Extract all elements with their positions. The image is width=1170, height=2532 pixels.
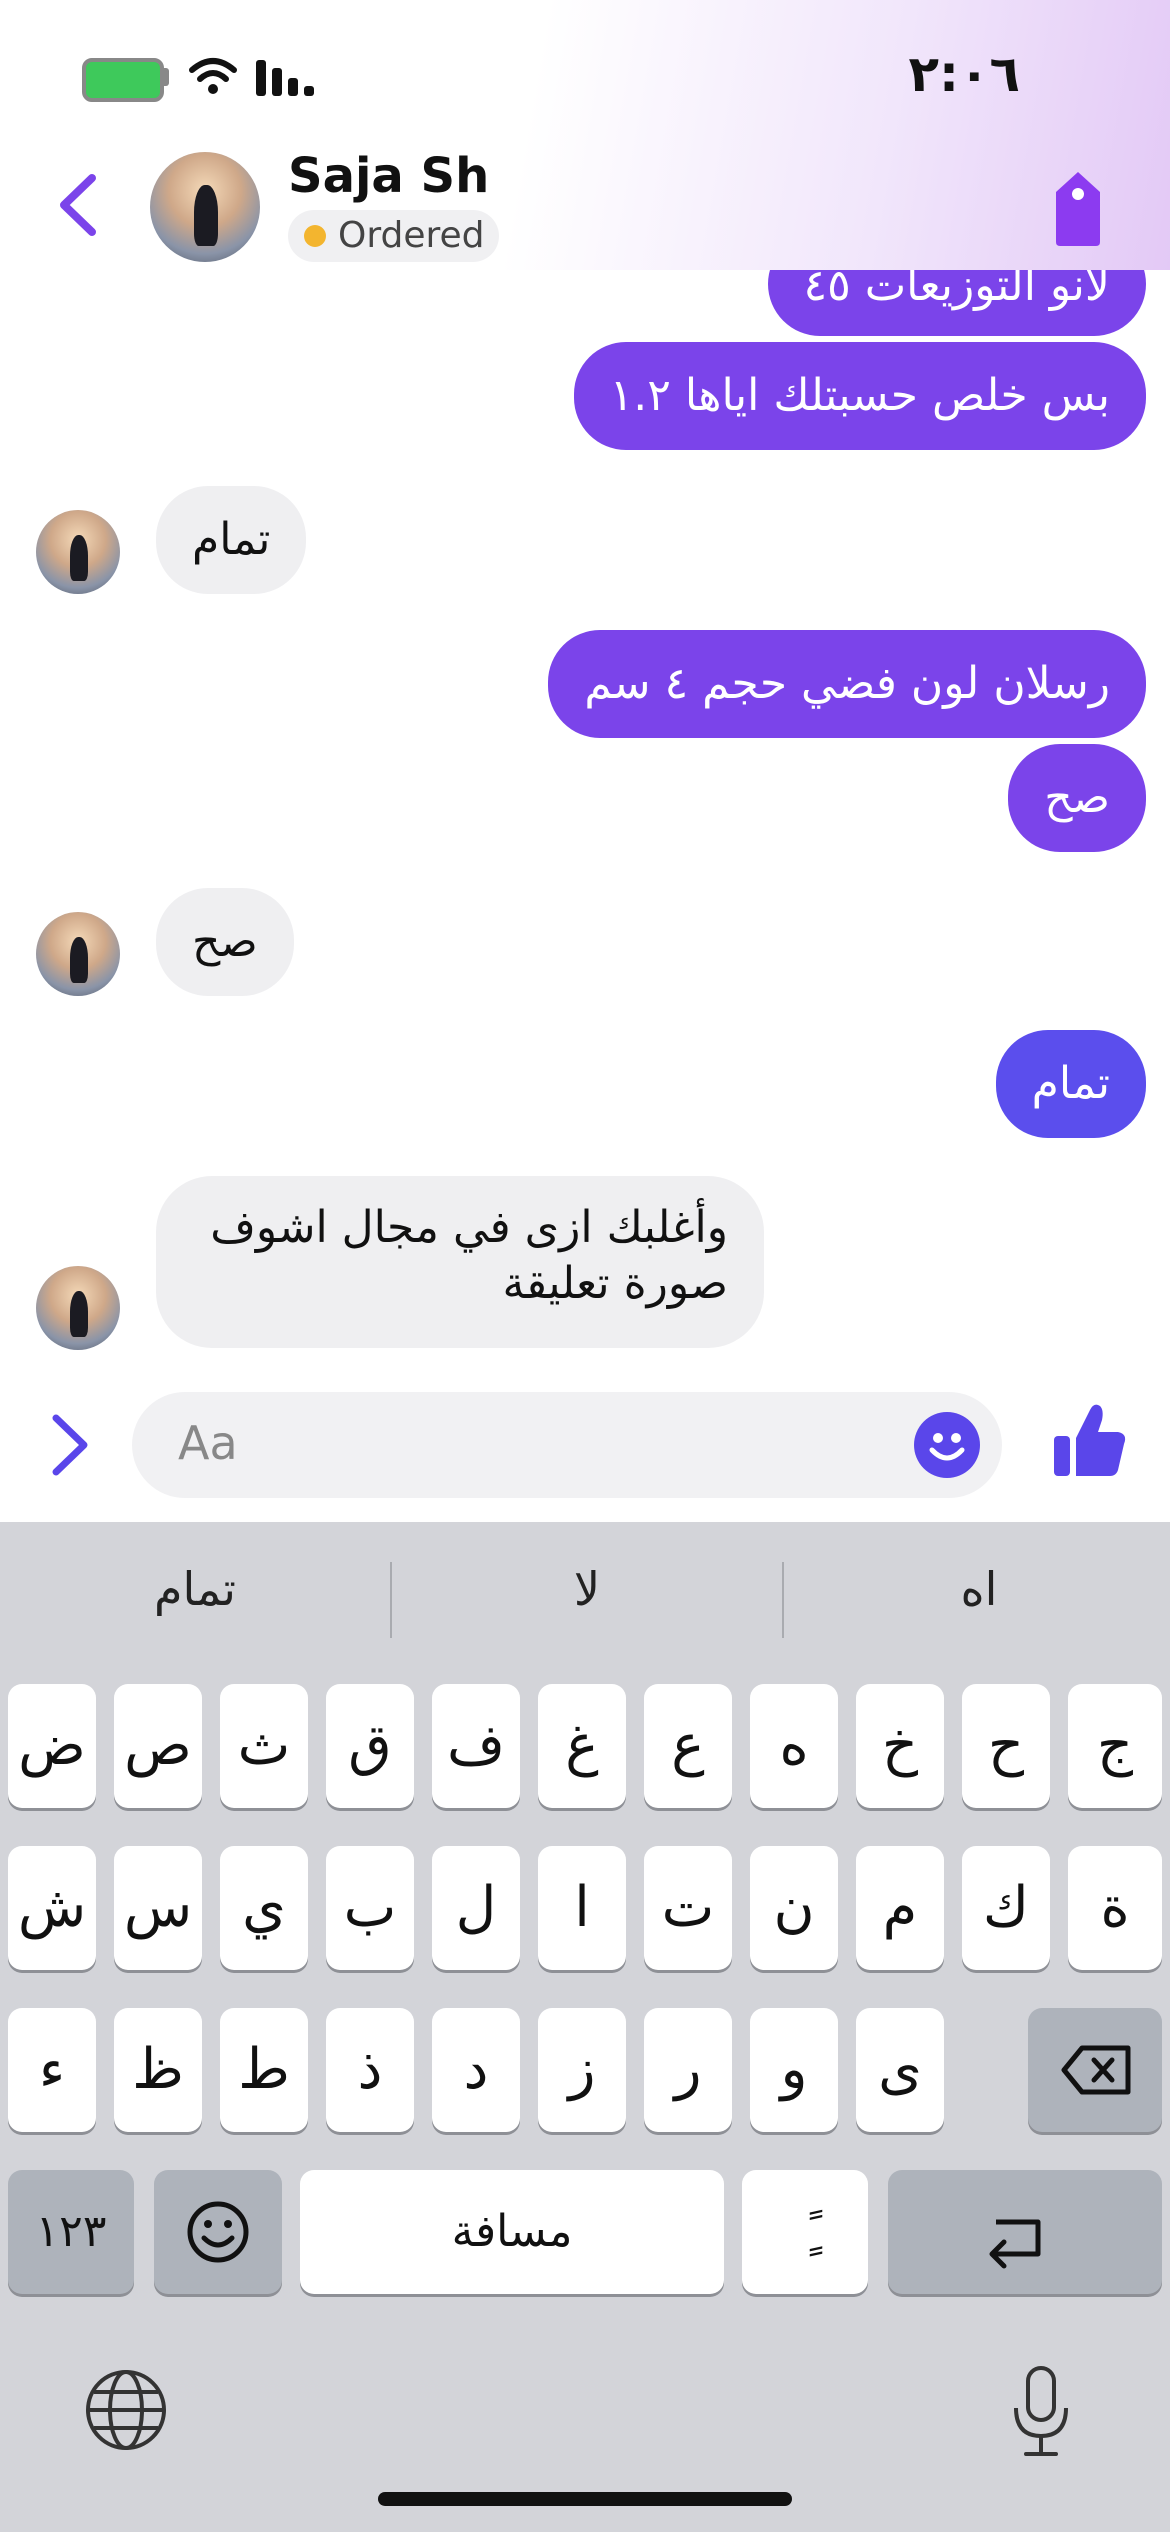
tashkeel-key[interactable]: ًٍ [742, 2170, 868, 2294]
key[interactable]: ر [644, 2008, 732, 2132]
message-outgoing[interactable]: بس خلص حسبتلك اياها ١.٢ [573, 342, 1146, 450]
emoji-key[interactable] [154, 2170, 282, 2294]
message-input-placeholder: Aa [178, 1416, 238, 1470]
key[interactable]: ف [432, 1684, 520, 1808]
battery-tip [162, 68, 169, 86]
message-outgoing[interactable]: تمام [995, 1030, 1146, 1138]
return-icon [989, 2219, 1041, 2269]
globe-icon[interactable] [84, 2368, 168, 2452]
message-incoming[interactable]: صح [156, 888, 294, 996]
chat-header: ٢:٠٦ Saja Sh Ordered [0, 0, 1170, 270]
suggestion-2[interactable]: لا [392, 1562, 782, 1616]
order-status-label: Ordered [338, 215, 485, 256]
key[interactable]: خ [856, 1684, 944, 1808]
key[interactable]: ب [326, 1846, 414, 1970]
key[interactable]: ع [644, 1684, 732, 1808]
back-chevron-icon[interactable] [50, 170, 110, 240]
wifi-icon [189, 58, 237, 94]
key[interactable]: ه [750, 1684, 838, 1808]
thumbs-up-icon[interactable] [1052, 1400, 1128, 1480]
key[interactable]: ض [8, 1684, 96, 1808]
suggestion-3[interactable]: اه [784, 1562, 1170, 1616]
contact-avatar[interactable] [150, 152, 260, 262]
key[interactable]: ش [8, 1846, 96, 1970]
return-key[interactable] [888, 2170, 1162, 2294]
message-incoming[interactable]: تمام [156, 486, 307, 594]
message-outgoing[interactable]: صح [1008, 744, 1146, 852]
message-outgoing[interactable]: رسلان لون فضي حجم ٤ سم [548, 630, 1146, 738]
key[interactable]: ط [220, 2008, 308, 2132]
signal-icon [256, 60, 314, 96]
key[interactable]: ح [962, 1684, 1050, 1808]
key[interactable]: و [750, 2008, 838, 2132]
key[interactable]: ذ [326, 2008, 414, 2132]
message-incoming-multiline[interactable]: وأغلبك ازى في مجال اشوف صورة تعليقة [156, 1176, 764, 1348]
status-time: ٢:٠٦ [908, 45, 1020, 103]
key[interactable]: م [856, 1846, 944, 1970]
key[interactable]: ا [538, 1846, 626, 1970]
delete-icon [1061, 2045, 1131, 2095]
numbers-key[interactable]: ١٢٣ [8, 2170, 134, 2294]
message-line: صورة تعليقة [502, 1258, 728, 1309]
key[interactable]: ث [220, 1684, 308, 1808]
key[interactable]: ء [8, 2008, 96, 2132]
contact-name[interactable]: Saja Sh [288, 148, 489, 204]
keyboard: تمام لا اه ض ص ث ق ف غ ع ه خ ح ج ش س ي ب… [0, 1522, 1170, 2532]
emoji-keyboard-icon [187, 2201, 249, 2263]
key[interactable]: غ [538, 1684, 626, 1808]
microphone-icon[interactable] [1006, 2364, 1076, 2458]
tag-icon[interactable] [1048, 168, 1108, 248]
key[interactable]: ز [538, 2008, 626, 2132]
key[interactable]: د [432, 2008, 520, 2132]
key[interactable]: ك [962, 1846, 1050, 1970]
chevron-right-icon[interactable] [48, 1412, 92, 1478]
key[interactable]: ل [432, 1846, 520, 1970]
sender-avatar [36, 1266, 120, 1350]
delete-key[interactable] [1028, 2008, 1162, 2132]
key[interactable]: ج [1068, 1684, 1162, 1808]
message-input[interactable]: Aa [132, 1392, 1002, 1498]
key[interactable]: ص [114, 1684, 202, 1808]
sender-avatar [36, 912, 120, 996]
home-indicator[interactable] [378, 2492, 792, 2506]
key[interactable]: س [114, 1846, 202, 1970]
key[interactable]: ن [750, 1846, 838, 1970]
message-line: وأغلبك ازى في مجال اشوف [210, 1202, 728, 1253]
key[interactable]: ى [856, 2008, 944, 2132]
key[interactable]: ي [220, 1846, 308, 1970]
key[interactable]: ظ [114, 2008, 202, 2132]
key[interactable]: ق [326, 1684, 414, 1808]
status-dot [304, 225, 326, 247]
emoji-icon[interactable] [914, 1412, 980, 1478]
key[interactable]: ت [644, 1846, 732, 1970]
order-status-badge: Ordered [288, 210, 499, 262]
space-key[interactable]: مسافة [300, 2170, 724, 2294]
sender-avatar [36, 510, 120, 594]
suggestion-1[interactable]: تمام [0, 1562, 390, 1616]
key[interactable]: ة [1068, 1846, 1162, 1970]
battery-icon [82, 58, 164, 102]
